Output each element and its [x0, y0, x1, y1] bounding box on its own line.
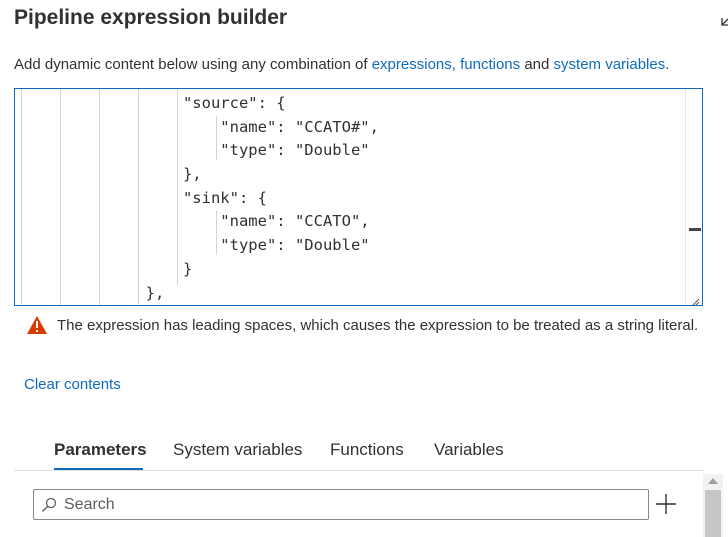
panel-scrollbar[interactable]: [703, 474, 723, 537]
description-suffix: .: [665, 56, 670, 73]
scroll-position-marker: [689, 228, 701, 231]
add-parameter-button[interactable]: [653, 491, 679, 517]
tab-system-variables[interactable]: System variables: [173, 440, 302, 460]
code-line: "sink": {: [15, 188, 267, 207]
active-tab-indicator: [54, 468, 143, 470]
search-box[interactable]: [33, 489, 649, 520]
warning-triangle-icon: [26, 315, 48, 335]
code-line: "type": "Double": [15, 141, 370, 160]
description-prefix: Add dynamic content below using any comb…: [14, 56, 372, 73]
description-and: and: [520, 56, 554, 73]
code-line: },: [15, 165, 202, 184]
description: Add dynamic content below using any comb…: [14, 56, 669, 73]
tab-parameters[interactable]: Parameters: [54, 440, 147, 460]
functions-link[interactable]: functions: [460, 56, 520, 73]
plus-icon: [656, 494, 676, 514]
tab-functions[interactable]: Functions: [330, 440, 404, 460]
warning-text: The expression has leading spaces, which…: [57, 317, 699, 334]
search-icon: [41, 497, 57, 513]
editor-scrollbar[interactable]: [685, 89, 702, 305]
system-variables-link[interactable]: system variables: [554, 56, 666, 73]
scroll-up-arrow-icon[interactable]: [708, 478, 718, 484]
clear-contents-link[interactable]: Clear contents: [24, 376, 121, 393]
search-input[interactable]: [64, 490, 634, 519]
collapse-arrow-icon[interactable]: [720, 14, 728, 28]
expressions-link[interactable]: expressions,: [372, 56, 456, 73]
code-line: "type": "Double": [15, 236, 370, 255]
code-line: "source": {: [15, 94, 286, 112]
scrollbar-thumb[interactable]: [705, 490, 721, 537]
code-line: "name": "CCATO",: [15, 212, 370, 231]
code-content: "source": { "name": "CCATO#", "type": "D…: [15, 92, 379, 305]
tab-variables[interactable]: Variables: [434, 440, 504, 460]
dialog-title: Pipeline expression builder: [14, 6, 288, 29]
expression-editor[interactable]: "source": { "name": "CCATO#", "type": "D…: [14, 88, 703, 306]
code-line: },: [15, 283, 165, 302]
resize-grip-icon[interactable]: [691, 294, 700, 305]
code-line: "name": "CCATO#",: [15, 117, 379, 136]
tab-bar: Parameters System variables Functions Va…: [14, 436, 704, 471]
code-line: }: [15, 259, 193, 278]
